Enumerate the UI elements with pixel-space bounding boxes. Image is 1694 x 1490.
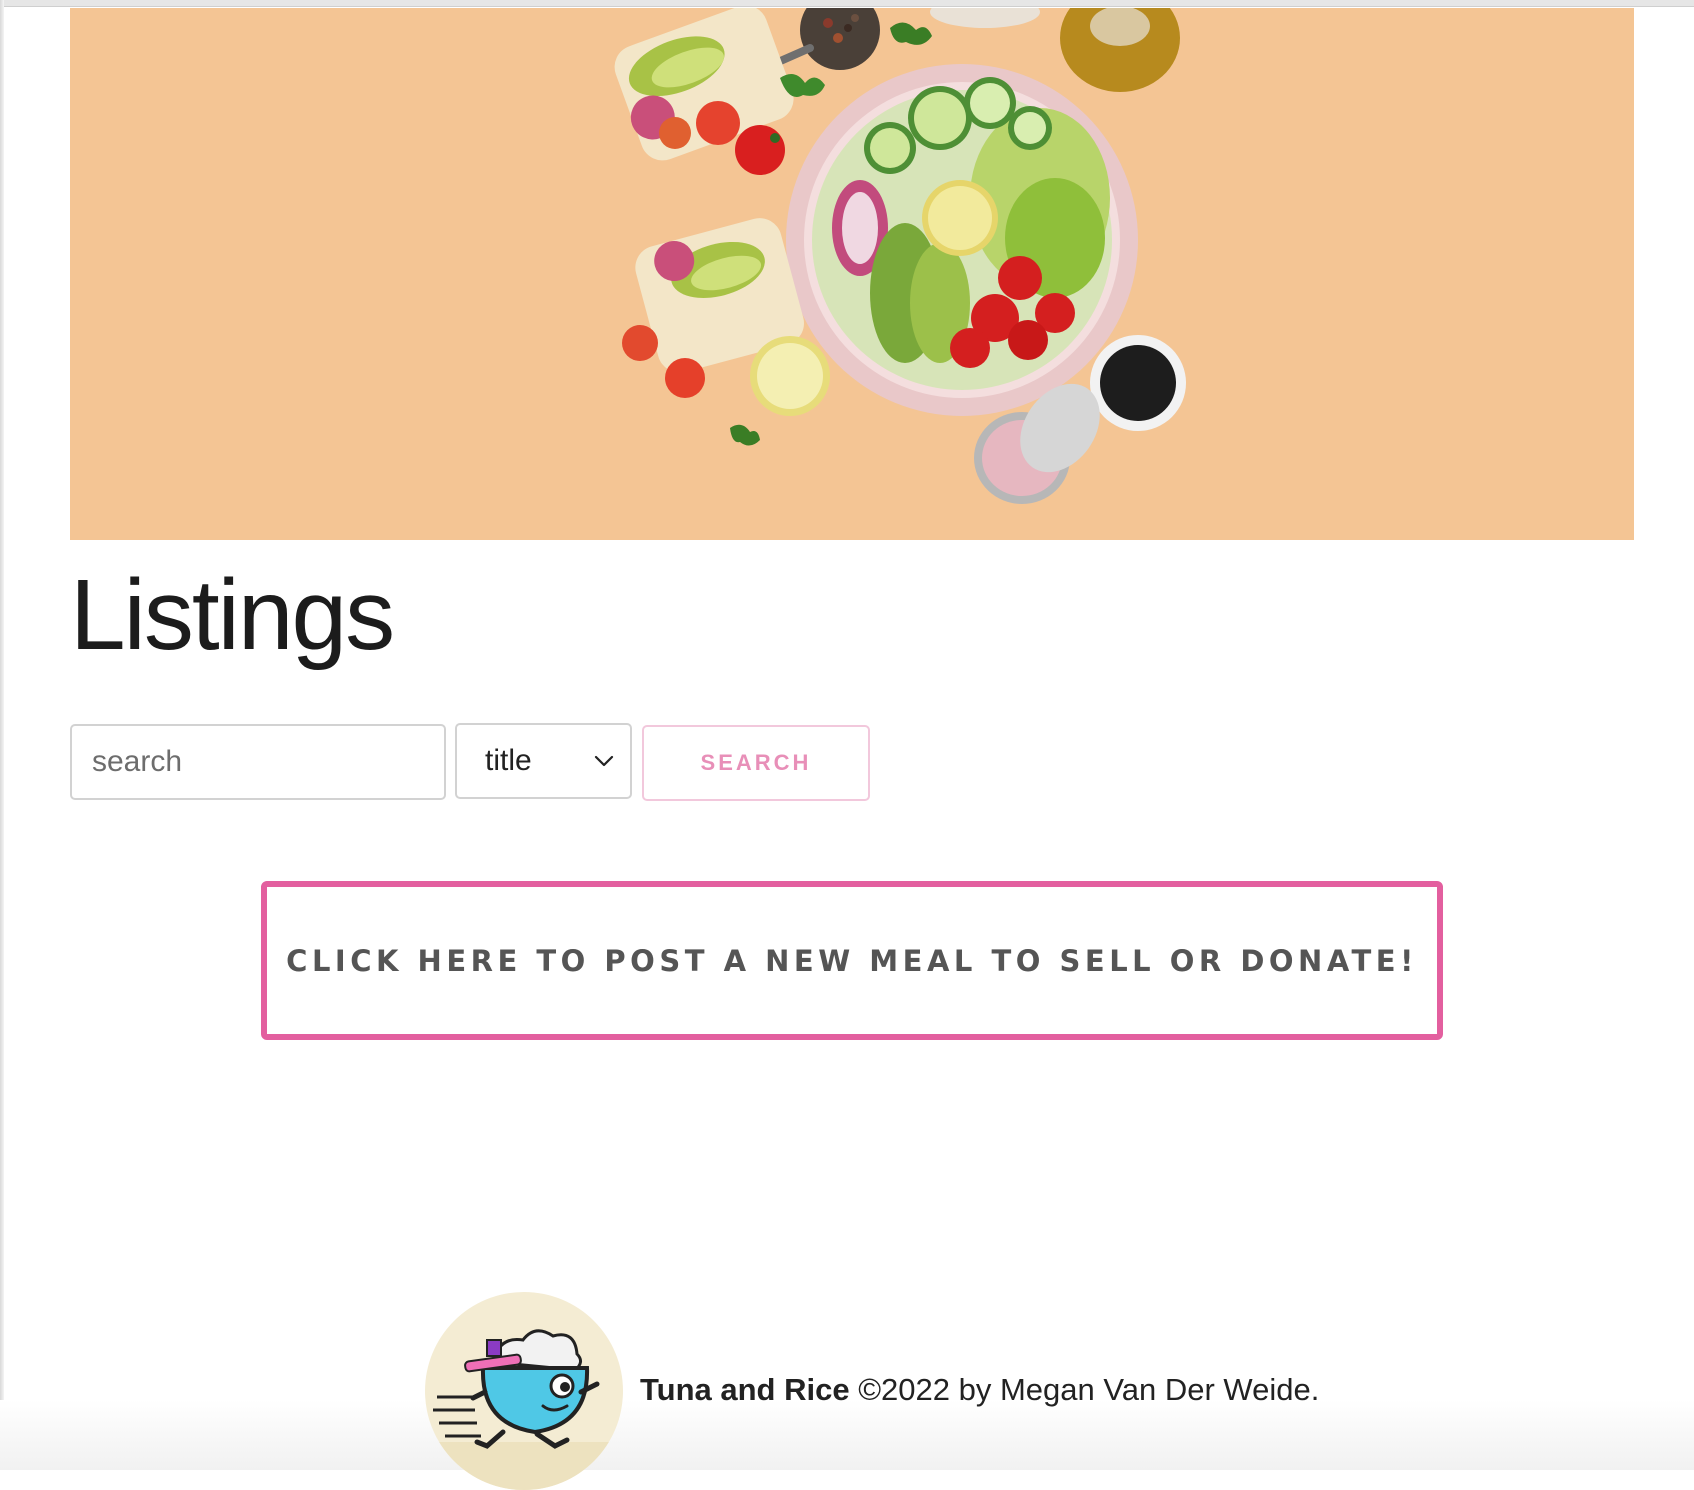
footer-brand: Tuna and Rice (640, 1372, 850, 1407)
footer-copyright: Tuna and Rice ©2022 by Megan Van Der Wei… (640, 1372, 1319, 1408)
search-input[interactable] (70, 724, 446, 800)
footer-background (0, 1400, 1694, 1470)
post-new-meal-button[interactable]: CLICK HERE TO POST A NEW MEAL TO SELL OR… (261, 881, 1443, 1040)
search-button[interactable]: SEARCH (642, 725, 870, 801)
browser-left-edge (0, 0, 4, 1470)
tuna-and-rice-logo-icon (425, 1292, 623, 1490)
page-title: Listings (70, 559, 395, 671)
hero-banner-image (70, 8, 1634, 540)
footer-copyright-text: ©2022 by Megan Van Der Weide. (858, 1372, 1320, 1407)
post-new-meal-label: CLICK HERE TO POST A NEW MEAL TO SELL OR… (286, 943, 1418, 978)
browser-top-edge (0, 0, 1694, 7)
chevron-down-icon (594, 755, 614, 767)
search-field-selected-value: title (485, 744, 532, 777)
search-field-select[interactable]: title (455, 723, 632, 799)
